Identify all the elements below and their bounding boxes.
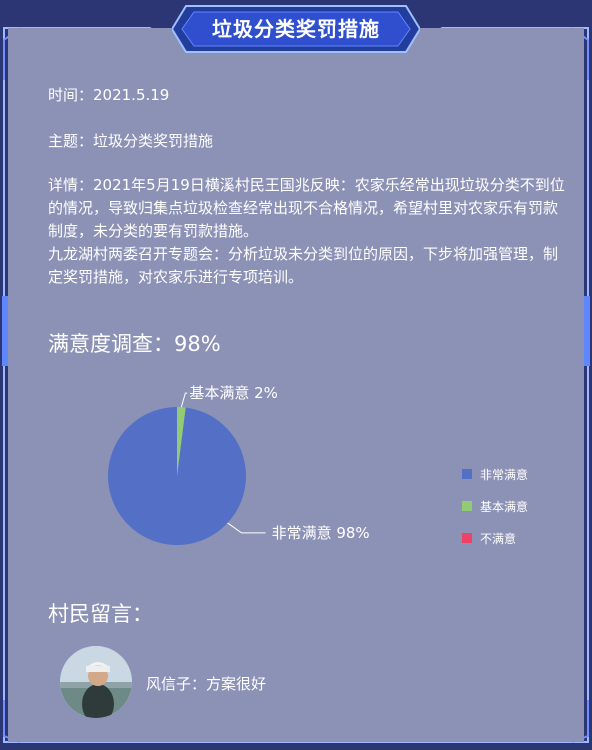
pie-data-label: 基本满意 2% xyxy=(189,384,278,402)
legend-label: 不满意 xyxy=(480,531,517,546)
page-title: 垃圾分类奖罚措施 xyxy=(212,17,380,41)
pie-slice-0[interactable] xyxy=(107,407,246,545)
details-block: 详情：2021年5月19日横溪村民王国兆反映：农家乐经常出现垃圾分类不到位的情况… xyxy=(48,174,568,289)
legend-swatch xyxy=(462,469,472,479)
pie-data-label: 非常满意 98% xyxy=(272,524,370,542)
legend-label: 基本满意 xyxy=(480,499,529,514)
legend-item-dissatisfied[interactable]: 不满意 xyxy=(462,530,528,546)
time-text: 时间：2021.5.19 xyxy=(48,86,170,104)
chart-legend: 非常满意 基本满意 不满意 xyxy=(462,466,528,562)
legend-swatch xyxy=(462,533,472,543)
label-leader-line xyxy=(227,522,266,534)
details-paragraph: 详情：2021年5月19日横溪村民王国兆反映：农家乐经常出现垃圾分类不到位的情况… xyxy=(48,176,565,240)
survey-heading: 满意度调查：98% xyxy=(48,332,221,356)
legend-label: 非常满意 xyxy=(480,467,529,482)
legend-item-very-satisfied[interactable]: 非常满意 xyxy=(462,466,528,482)
label-leader-line xyxy=(180,392,188,408)
comment-text: 风信子：方案很好 xyxy=(146,675,267,693)
details-paragraph: 九龙湖村两委召开专题会：分析垃圾未分类到位的原因，下步将加强管理，制定奖罚措施，… xyxy=(48,245,559,286)
topic-text: 主题：垃圾分类奖罚措施 xyxy=(48,132,214,150)
legend-swatch xyxy=(462,501,472,511)
user-avatar xyxy=(60,646,132,718)
legend-item-basically-satisfied[interactable]: 基本满意 xyxy=(462,498,528,514)
comments-heading: 村民留言： xyxy=(48,602,153,626)
